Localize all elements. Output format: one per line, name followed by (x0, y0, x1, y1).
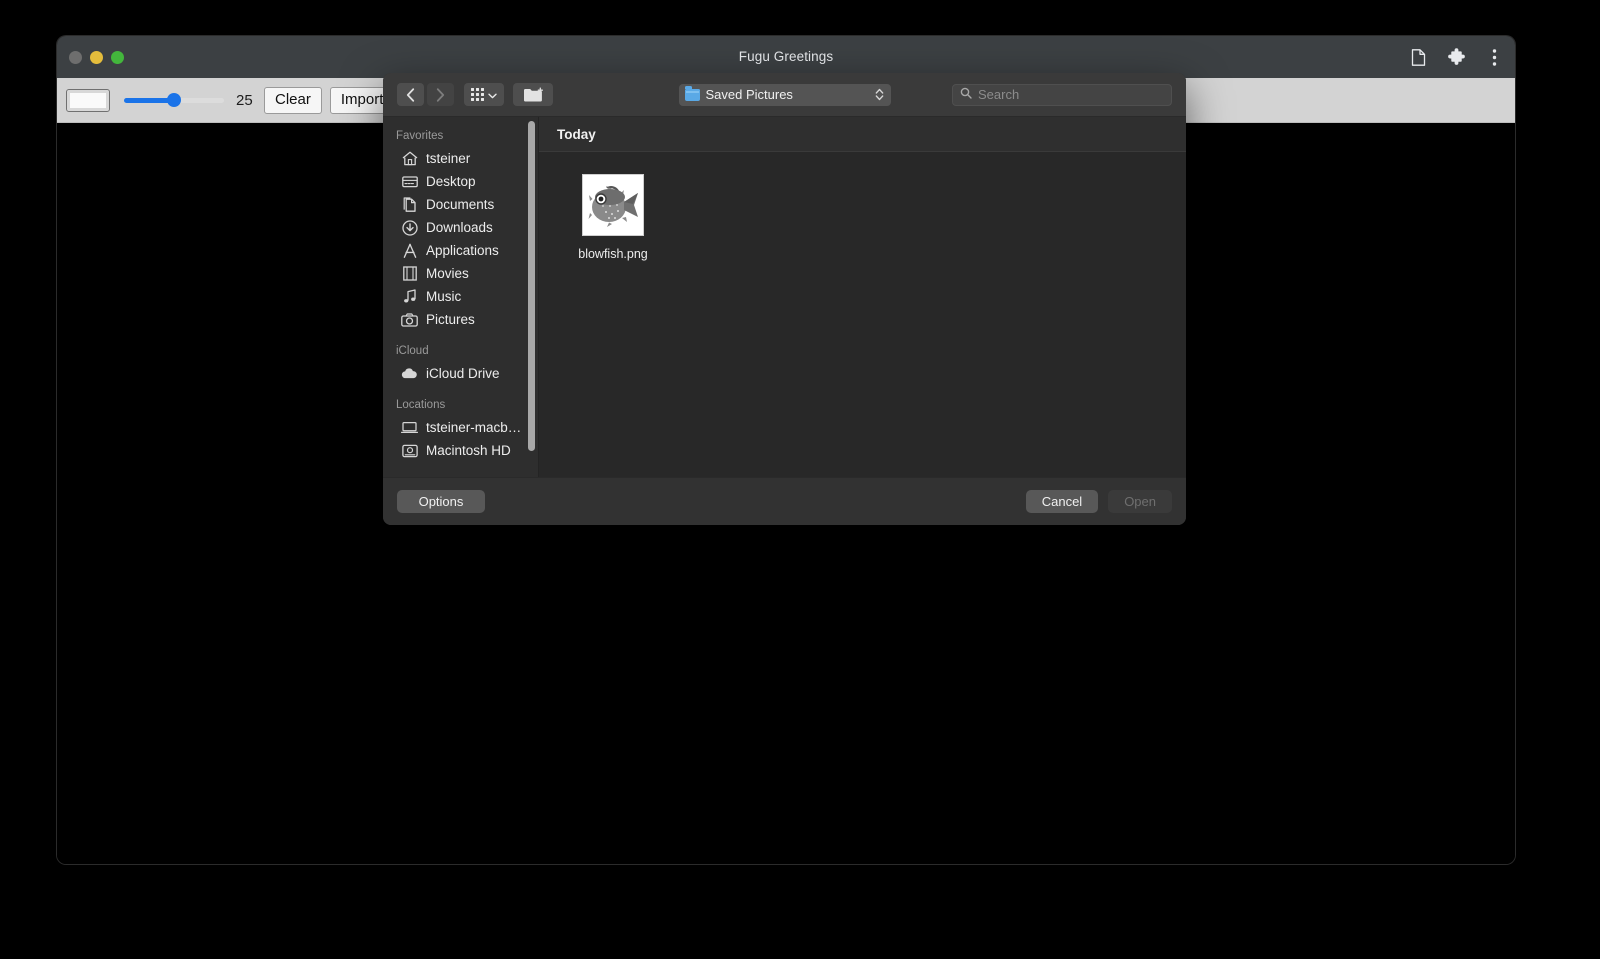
sidebar-item-icloud-drive[interactable]: iCloud Drive (383, 362, 538, 385)
clear-button[interactable]: Clear (264, 86, 322, 114)
laptop-icon (401, 419, 418, 436)
window-titlebar: Fugu Greetings (57, 36, 1515, 78)
dialog-toolbar: Saved Pictures Search (383, 73, 1186, 116)
sidebar-item-label: Pictures (426, 312, 475, 327)
window-title: Fugu Greetings (738, 49, 834, 64)
sidebar-item-tsteiner[interactable]: tsteiner (383, 147, 538, 170)
extensions-icon[interactable] (1445, 46, 1467, 68)
applications-icon (401, 242, 418, 259)
sidebar-item-label: Movies (426, 266, 469, 281)
navigation-buttons (397, 83, 454, 106)
documents-icon (401, 196, 418, 213)
sidebar-section-locations-title: Locations (396, 399, 446, 411)
path-dropdown[interactable]: Saved Pictures (678, 83, 891, 106)
options-button[interactable]: Options (397, 490, 485, 513)
sidebar-item-tsteiner-macbook[interactable]: tsteiner-macb… (383, 416, 538, 439)
sidebar-item-label: Desktop (426, 174, 476, 189)
grid-view-icon (471, 88, 484, 101)
sidebar-item-label: Music (426, 289, 462, 304)
file-name-label: blowfish.png (578, 247, 648, 261)
cloud-icon (401, 365, 418, 382)
movies-icon (401, 265, 418, 282)
slider-thumb[interactable] (167, 93, 181, 107)
sidebar-item-applications[interactable]: Applications (383, 239, 538, 262)
footer-actions: Cancel Open (1025, 490, 1172, 513)
sidebar-item-label: Documents (426, 197, 495, 212)
dialog-file-list: Today blowfish.png (538, 117, 1186, 477)
sidebar-item-documents[interactable]: Documents (383, 193, 538, 216)
sidebar-item-label: Macintosh HD (426, 443, 511, 458)
sidebar-section-icloud-title: iCloud (396, 345, 429, 357)
chevron-down-icon (488, 87, 497, 102)
blowfish-icon (588, 185, 638, 227)
dialog-footer: Options Cancel Open (383, 477, 1186, 525)
search-input[interactable]: Search (952, 83, 1172, 106)
music-icon (401, 288, 418, 305)
sidebar-item-label: Downloads (426, 220, 493, 235)
file-thumbnail (582, 174, 644, 236)
sidebar-item-desktop[interactable]: Desktop (383, 170, 538, 193)
sidebar-item-label: iCloud Drive (426, 366, 500, 381)
more-menu-icon[interactable] (1483, 46, 1505, 68)
harddisk-icon (401, 442, 418, 459)
line-width-slider[interactable] (124, 89, 224, 111)
file-group-header: Today (539, 117, 1186, 152)
view-mode-button[interactable] (464, 83, 504, 106)
home-icon (401, 150, 418, 167)
sidebar-item-music[interactable]: Music (383, 285, 538, 308)
downloads-icon (401, 219, 418, 236)
sidebar-scrollbar[interactable] (528, 121, 535, 451)
file-open-dialog: Saved Pictures Search Favorites tsteiner… (383, 73, 1186, 525)
sidebar-item-label: tsteiner-macb… (426, 420, 522, 435)
path-label: Saved Pictures (705, 87, 793, 102)
sidebar-item-label: tsteiner (426, 151, 471, 166)
file-item-blowfish[interactable]: blowfish.png (565, 174, 661, 261)
search-placeholder: Search (978, 87, 1020, 102)
sidebar-item-macintosh-hd[interactable]: Macintosh HD (383, 439, 538, 462)
new-folder-button[interactable] (513, 83, 553, 106)
stepper-icon (875, 88, 884, 101)
back-button[interactable] (397, 83, 424, 106)
search-icon (960, 86, 972, 104)
pictures-icon (401, 311, 418, 328)
page-icon[interactable] (1407, 46, 1429, 68)
files-grid: blowfish.png (539, 152, 1186, 477)
sidebar-section-favorites-title: Favorites (396, 130, 444, 142)
sidebar-item-label: Applications (426, 243, 499, 258)
folder-icon (684, 86, 700, 101)
cancel-button[interactable]: Cancel (1025, 490, 1099, 513)
desktop-icon (401, 173, 418, 190)
sidebar-item-pictures[interactable]: Pictures (383, 308, 538, 331)
open-button[interactable]: Open (1108, 490, 1172, 513)
forward-button[interactable] (427, 83, 454, 106)
dialog-body: Favorites tsteiner Desktop Documents Dow… (383, 116, 1186, 477)
dialog-sidebar: Favorites tsteiner Desktop Documents Dow… (383, 117, 538, 477)
color-picker-input[interactable] (66, 88, 110, 112)
slider-value-label: 25 (236, 91, 253, 109)
sidebar-item-downloads[interactable]: Downloads (383, 216, 538, 239)
sidebar-item-movies[interactable]: Movies (383, 262, 538, 285)
titlebar-actions (1407, 36, 1505, 78)
